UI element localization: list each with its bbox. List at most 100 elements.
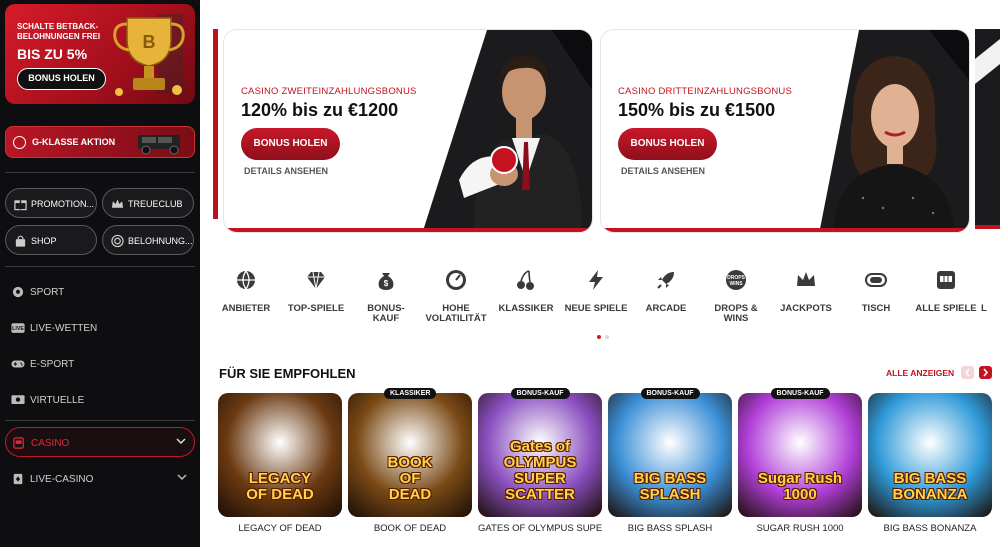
game-tile[interactable]: LEGACY OF DEAD — [218, 393, 342, 517]
game-tile[interactable]: BIG BASS SPLASH — [608, 393, 732, 517]
drops-wins-icon: DROPSWINS — [726, 270, 746, 290]
chevron-down-icon[interactable] — [177, 472, 187, 482]
category-label: JACKPOTS — [780, 303, 832, 314]
category-label: NEUE SPIELE — [564, 303, 628, 314]
game-logo-art: Sugar Rush 1000 — [757, 470, 843, 503]
soccer-ball-icon — [12, 286, 24, 298]
category-anbieter[interactable]: ANBIETER — [211, 268, 281, 314]
slot-machine-icon — [13, 437, 24, 449]
svg-text:WINS: WINS — [729, 281, 743, 287]
sidebar-pill-shop[interactable]: SHOP — [5, 225, 97, 255]
category-bonus-kauf[interactable]: $ BONUS- KAUF — [351, 268, 421, 324]
mercedes-logo-icon — [13, 136, 26, 149]
category-label: HOHE VOLATILITÄT — [425, 303, 487, 324]
sidebar-item-sport[interactable]: SPORT — [5, 277, 195, 307]
virtual-icon — [11, 395, 25, 404]
game-tile[interactable]: Gates of OLYMPUS SUPER SCATTER — [478, 393, 602, 517]
game-name[interactable]: BIG BASS BONANZA — [868, 523, 992, 534]
game-name[interactable]: GATES OF OLYMPUS SUPE... — [478, 523, 602, 534]
promo-bonus-button[interactable]: BONUS HOLEN — [17, 68, 106, 90]
category-top-spiele[interactable]: TOP-SPIELE — [281, 268, 351, 314]
category-drops-wins[interactable]: DROPS WINS DROPS & WINS — [701, 268, 771, 324]
bonus-holen-button[interactable]: BONUS HOLEN — [241, 128, 340, 160]
gift-icon — [14, 200, 27, 211]
details-link[interactable]: DETAILS ANSEHEN — [244, 166, 328, 176]
category-hohe-volatilität[interactable]: HOHE VOLATILITÄT — [421, 268, 491, 324]
sidebar-item-virtuelle[interactable]: VIRTUELLE — [5, 385, 195, 415]
banner-subtitle: CASINO ZWEITEINZAHLUNGSBONUS — [241, 86, 417, 97]
game-tile[interactable]: BIG BASS BONANZA — [868, 393, 992, 517]
banner-subtitle: CASINO DRITTEINZAHLUNGSBONUS — [618, 86, 792, 97]
gauge-icon — [446, 270, 466, 290]
category-tisch[interactable]: TISCH — [841, 268, 911, 314]
game-logo-art: BOOK OF DEAD — [387, 454, 433, 503]
sidebar: SCHALTE BETBACK- BELOHNUNGEN FREI BIS ZU … — [0, 0, 200, 547]
sidebar-divider — [5, 266, 195, 267]
betback-promo-banner[interactable]: SCHALTE BETBACK- BELOHNUNGEN FREI BIS ZU … — [5, 4, 195, 104]
cherry-icon — [517, 270, 534, 290]
gamepad-icon — [11, 360, 25, 368]
category-neue-spiele[interactable]: NEUE SPIELE — [561, 268, 631, 314]
sidebar-item-label: LIVE-WETTEN — [30, 323, 98, 334]
sidebar-item-e-sport[interactable]: E-SPORT — [5, 349, 195, 379]
shopping-bag-icon — [15, 235, 26, 247]
table-chip-icon — [865, 273, 887, 287]
banner-bottom-accent — [601, 228, 969, 232]
pill-label: TREUECLUB — [128, 199, 183, 209]
details-link[interactable]: DETAILS ANSEHEN — [621, 166, 705, 176]
game-name[interactable]: BIG BASS SPLASH — [608, 523, 732, 534]
category-l[interactable]: L — [981, 268, 1000, 314]
category-label: ANBIETER — [221, 303, 271, 314]
category-label: KLASSIKER — [498, 303, 554, 314]
category-label: ARCADE — [645, 303, 687, 314]
sidebar-item-label: SPORT — [30, 287, 65, 298]
sidebar-pill-treueclub[interactable]: TREUECLUB — [102, 188, 194, 218]
banner-headline: 150% bis zu €1500 — [618, 100, 776, 120]
crown-icon — [797, 272, 815, 286]
sidebar-item-live-casino[interactable]: LIVE-CASINO — [5, 464, 195, 494]
category-label: L — [981, 303, 987, 314]
bonus-holen-button[interactable]: BONUS HOLEN — [618, 128, 717, 160]
g-klasse-label: G-KLASSE AKTION — [32, 137, 116, 147]
live-icon: LIVE — [11, 323, 25, 333]
category-arcade[interactable]: ARCADE — [631, 268, 701, 314]
casino-third-deposit-banner[interactable]: CASINO DRITTEINZAHLUNGSBONUS 150% bis zu… — [600, 29, 970, 233]
svg-text:$: $ — [384, 279, 389, 288]
game-name[interactable]: BOOK OF DEAD — [348, 523, 472, 534]
more-icon — [981, 268, 1000, 292]
g-klasse-promo-button[interactable]: G-KLASSE AKTION — [5, 126, 195, 158]
prev-arrow-icon[interactable] — [961, 366, 974, 379]
game-tile[interactable]: Sugar Rush 1000 — [738, 393, 862, 517]
game-name[interactable]: SUGAR RUSH 1000 — [738, 523, 862, 534]
sidebar-divider — [5, 420, 195, 421]
previous-banner-edge — [213, 29, 218, 219]
sidebar-item-label: LIVE-CASINO — [30, 474, 94, 485]
casino-second-deposit-banner[interactable]: CASINO ZWEITEINZAHLUNGSBONUS 120% bis zu… — [223, 29, 593, 233]
category-label: TOP-SPIELE — [287, 303, 345, 314]
banner-headline: 120% bis zu €1200 — [241, 100, 399, 120]
category-jackpots[interactable]: JACKPOTS — [771, 268, 841, 314]
game-tile[interactable]: BOOK OF DEAD — [348, 393, 472, 517]
category-alle-spiele[interactable]: ALLE SPIELE — [911, 268, 981, 314]
game-logo-art: BIG BASS SPLASH — [633, 470, 707, 503]
category-klassiker[interactable]: KLASSIKER — [491, 268, 561, 314]
carousel-dot-active[interactable] — [597, 335, 601, 339]
loyalty-crown-icon — [111, 199, 124, 208]
promo-headline: BIS ZU 5% — [17, 46, 88, 62]
trophy-icon: B — [113, 14, 185, 96]
svg-text:B: B — [143, 32, 156, 52]
chevron-down-icon[interactable] — [176, 436, 186, 446]
sidebar-item-casino[interactable]: CASINO — [5, 427, 195, 457]
next-arrow-icon[interactable] — [979, 366, 992, 379]
game-badge: BONUS-KAUF — [770, 388, 830, 399]
sidebar-pill-promotions[interactable]: PROMOTION... — [5, 188, 97, 218]
rocket-icon — [657, 272, 674, 289]
game-logo-art: LEGACY OF DEAD — [246, 470, 314, 503]
show-all-link[interactable]: ALLE ANZEIGEN — [886, 368, 954, 378]
sidebar-item-label: CASINO — [31, 438, 70, 449]
sidebar-item-live-wetten[interactable]: LIVE LIVE-WETTEN — [5, 313, 195, 343]
sidebar-item-label: E-SPORT — [30, 359, 75, 370]
sidebar-pill-belohnungen[interactable]: BELOHNUNG... — [102, 225, 194, 255]
carousel-dot[interactable] — [605, 335, 609, 339]
game-name[interactable]: LEGACY OF DEAD — [218, 523, 342, 534]
